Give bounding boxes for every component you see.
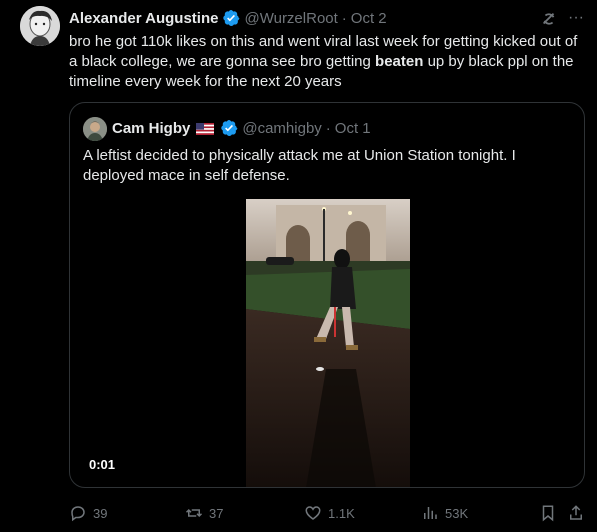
grok-icon[interactable]	[540, 10, 558, 28]
views-count: 53K	[445, 505, 469, 521]
quote-header: Cam Higby @camhigby · Oct 1	[112, 119, 371, 137]
separator-dot: ·	[341, 9, 347, 27]
bookmark-button[interactable]	[539, 504, 557, 522]
heart-icon	[305, 506, 321, 520]
like-button[interactable]: 1.1K	[304, 504, 355, 522]
tweet[interactable]: Alexander Augustine @WurzelRoot · Oct 2 …	[0, 0, 597, 532]
bookmark-icon	[542, 505, 554, 522]
tweet-text: bro he got 110k likes on this and went v…	[69, 32, 579, 92]
verified-badge-icon	[222, 9, 240, 27]
like-count: 1.1K	[328, 505, 355, 521]
repost-button[interactable]: 37	[185, 504, 223, 522]
us-flag-icon	[196, 122, 215, 135]
more-options-icon[interactable]: ···	[566, 8, 586, 28]
tweet-header: Alexander Augustine @WurzelRoot · Oct 2	[69, 9, 387, 27]
repost-count: 37	[209, 505, 224, 521]
tweet-text-bold: beaten	[375, 53, 424, 70]
reply-icon	[71, 506, 85, 522]
author-avatar[interactable]	[20, 6, 60, 46]
share-button[interactable]	[567, 504, 585, 522]
reply-count: 39	[93, 505, 108, 521]
repost-icon	[185, 508, 203, 518]
action-bar: 39 37 1.1K 53K	[69, 504, 589, 524]
video-timestamp: 0:01	[83, 455, 122, 474]
views-chart-icon	[424, 507, 437, 519]
quote-author-handle[interactable]: @camhigby	[242, 120, 321, 137]
quoted-tweet[interactable]: Cam Higby @camhigby · Oct 1 A leftist de…	[69, 102, 585, 488]
author-handle[interactable]: @WurzelRoot	[244, 10, 337, 27]
tweet-date[interactable]: Oct 2	[351, 10, 387, 27]
share-icon	[570, 505, 582, 520]
views-button[interactable]: 53K	[421, 504, 468, 522]
author-name[interactable]: Alexander Augustine	[69, 10, 218, 27]
quote-text: A leftist decided to physically attack m…	[83, 147, 516, 184]
quote-separator-dot: ·	[325, 119, 331, 137]
video-player[interactable]	[246, 199, 410, 487]
quote-author-name[interactable]: Cam Higby	[112, 120, 190, 137]
reply-button[interactable]: 39	[69, 504, 107, 522]
quote-verified-badge-icon	[220, 119, 238, 137]
quote-date[interactable]: Oct 1	[335, 120, 371, 137]
quote-author-avatar[interactable]	[83, 117, 107, 141]
